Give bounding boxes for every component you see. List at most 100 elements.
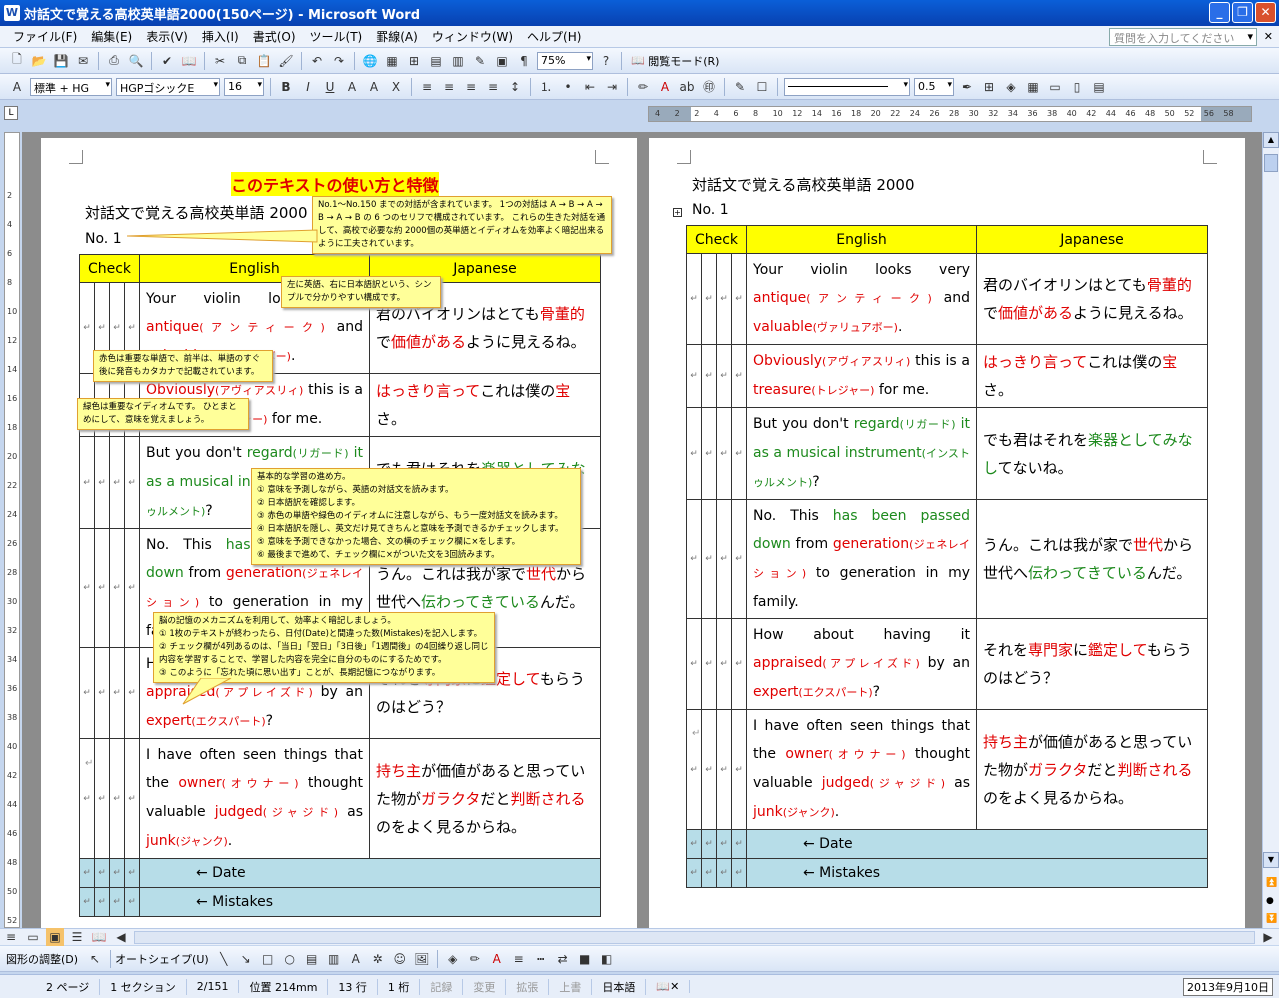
callout-layout[interactable]: 左に英語、右に日本語訳という、シンプルで分かりやすい構成です。 — [281, 276, 441, 308]
table-move-handle-icon[interactable]: + — [673, 208, 682, 217]
redo-icon[interactable]: ↷ — [330, 52, 348, 70]
vertical-scrollbar[interactable]: ▲ ▼ ⏫ ● ⏬ — [1262, 132, 1279, 928]
menu-item[interactable]: ファイル(F) — [6, 28, 84, 45]
font-color-icon[interactable]: A — [656, 78, 674, 96]
vocab-table[interactable]: Check English Japanese ↵ ↵ ↵ ↵ Your violin look… — [686, 225, 1208, 888]
check-cell[interactable]: ↵ — [731, 829, 747, 859]
japanese-cell[interactable]: 君のバイオリンはとても骨董的で価値があるように見えるね。 — [976, 253, 1208, 345]
check-cell[interactable]: ↵ — [109, 647, 125, 739]
numbering-icon[interactable]: ⒈ — [537, 78, 555, 96]
check-cell[interactable]: ↵ — [701, 829, 717, 859]
check-cell[interactable]: ↵ — [124, 647, 140, 739]
next-page-icon[interactable]: ⏬ — [1266, 914, 1277, 924]
menu-item[interactable]: 表示(V) — [139, 28, 195, 45]
hyperlink-icon[interactable]: 🌐 — [361, 52, 379, 70]
picture-icon[interactable]: 🖼 — [413, 950, 431, 968]
japanese-cell[interactable]: うん。これは我が家で世代から世代へ伝わってきているんだ。 — [976, 499, 1208, 619]
check-cell[interactable]: ↵ — [716, 858, 732, 888]
english-cell[interactable]: Your violin looks very antique(アンティーク) a… — [746, 253, 977, 345]
font-select[interactable]: HGPゴシックE ▾ — [116, 77, 220, 96]
line-style-icon[interactable]: ≡ — [510, 950, 528, 968]
drawing-icon[interactable]: ✎ — [471, 52, 489, 70]
callout-green-idioms[interactable]: 緑色は重要なイディオムです。 ひとまとめにして、意味を覚えましょう。 — [77, 398, 249, 430]
scroll-down-icon[interactable]: ▼ — [1263, 852, 1279, 868]
insert-table-icon[interactable]: ⊞ — [405, 52, 423, 70]
print-preview-icon[interactable]: 🔍 — [127, 52, 145, 70]
show-hide-icon[interactable]: ¶ — [515, 52, 533, 70]
japanese-cell[interactable]: はっきり言ってこれは僕の宝さ。 — [369, 373, 601, 437]
copy-icon[interactable]: ⧉ — [233, 52, 251, 70]
english-cell[interactable]: I have often seen things that the owner(… — [139, 738, 370, 859]
underline-icon[interactable]: U — [321, 78, 339, 96]
check-cell[interactable]: ↵ — [731, 858, 747, 888]
enclose-char-icon[interactable]: ㊞ — [700, 78, 718, 96]
shading-icon[interactable]: ◈ — [1002, 78, 1020, 96]
style-select[interactable]: 標準 + HG ▾ — [30, 77, 112, 96]
english-cell[interactable]: I have often seen things that the owner(… — [746, 709, 977, 830]
new-document-icon[interactable]: 🗋 — [8, 52, 26, 70]
scroll-up-icon[interactable]: ▲ — [1263, 132, 1279, 148]
permission-icon[interactable]: ✉ — [74, 52, 92, 70]
check-cell[interactable]: ↵ — [79, 858, 95, 888]
normal-view-icon[interactable]: ≡ — [2, 928, 20, 946]
open-icon[interactable]: 📂 — [30, 52, 48, 70]
menu-item[interactable]: 挿入(I) — [195, 28, 246, 45]
check-cell[interactable]: ↵ — [716, 253, 732, 345]
font-size-select[interactable]: 16 ▾ — [224, 77, 264, 96]
line-color-icon[interactable]: ✏ — [466, 950, 484, 968]
clipart-icon[interactable]: ☺ — [391, 950, 409, 968]
spelling-icon[interactable]: ✔ — [158, 52, 176, 70]
check-cell[interactable]: ↵ — [94, 436, 110, 529]
styles-pane-icon[interactable]: A — [8, 78, 26, 96]
align-right-icon[interactable]: ≡ — [462, 78, 480, 96]
align-left-icon[interactable]: ≡ — [418, 78, 436, 96]
cut-icon[interactable]: ✂ — [211, 52, 229, 70]
save-icon[interactable]: 💾 — [52, 52, 70, 70]
check-cell[interactable]: ↵ — [686, 344, 702, 408]
arrow-icon[interactable]: ↘ — [237, 950, 255, 968]
reading-view-icon[interactable]: 📖 — [90, 928, 108, 946]
japanese-cell[interactable]: 持ち主が価値があると思っていた物がガラクタだと判断されるのをよく見るからね。 — [976, 709, 1208, 830]
research-icon[interactable]: 📖 — [180, 52, 198, 70]
ruler-strip[interactable]: 4 2 2 4 6 8 10 12 14 16 18 20 22 24 26 28 30 32 34 36 38 40 42… — [648, 106, 1252, 122]
align-center-icon[interactable]: ≡ — [440, 78, 458, 96]
check-cell[interactable]: ↵ — [124, 528, 140, 648]
char-border-icon[interactable]: A — [343, 78, 361, 96]
callout-overview[interactable]: No.1～No.150 までの対話が含まれています。 1つの対話は A → B … — [312, 196, 612, 254]
check-cell[interactable]: ↵ — [716, 344, 732, 408]
status-record[interactable]: 記録 — [420, 978, 464, 995]
japanese-cell[interactable]: はっきり言ってこれは僕の宝さ。 — [976, 344, 1208, 408]
phonetic-guide-icon[interactable]: ab — [678, 78, 696, 96]
close-button[interactable]: ✕ — [1255, 2, 1276, 23]
check-cell[interactable]: ↵ — [716, 829, 732, 859]
textbox-icon[interactable]: ▤ — [303, 950, 321, 968]
check-cell[interactable]: ↵ — [686, 253, 702, 345]
menu-item[interactable]: ウィンドウ(W) — [425, 28, 520, 45]
check-cell[interactable]: ↵ — [731, 253, 747, 345]
menu-item[interactable]: 編集(E) — [84, 28, 139, 45]
line-weight-select[interactable]: 0.5 ▾ — [914, 77, 954, 96]
check-cell[interactable]: ↵ — [124, 436, 140, 529]
line-spacing-icon[interactable]: ↕ — [506, 78, 524, 96]
check-cell[interactable]: ↵ — [701, 709, 717, 830]
scroll-thumb[interactable] — [1264, 154, 1278, 172]
check-cell[interactable]: ↵ — [79, 528, 95, 648]
number-label[interactable]: No. 1 — [692, 202, 729, 218]
check-cell[interactable]: ↵ — [716, 709, 732, 830]
check-cell[interactable]: ↵ — [94, 738, 110, 859]
check-cell[interactable]: ↵ — [686, 407, 702, 500]
help-search-input[interactable]: 質問を入力してください ▾ — [1109, 28, 1257, 46]
check-cell[interactable]: ↵ — [686, 858, 702, 888]
zoom-select[interactable]: 75% ▾ — [537, 51, 593, 70]
check-cell[interactable]: ↵ — [79, 647, 95, 739]
help-icon[interactable]: ? — [597, 52, 615, 70]
number-label[interactable]: No. 1 — [85, 231, 122, 247]
close-document-icon[interactable]: ✕ — [1264, 30, 1273, 43]
check-cell[interactable]: ↵ — [124, 858, 140, 888]
diagram-icon[interactable]: ✲ — [369, 950, 387, 968]
print-icon[interactable]: ⎙ — [105, 52, 123, 70]
shadow-icon[interactable]: ■ — [576, 950, 594, 968]
form-icon[interactable]: ☐ — [753, 78, 771, 96]
3d-icon[interactable]: ◧ — [598, 950, 616, 968]
dash-style-icon[interactable]: ┅ — [532, 950, 550, 968]
